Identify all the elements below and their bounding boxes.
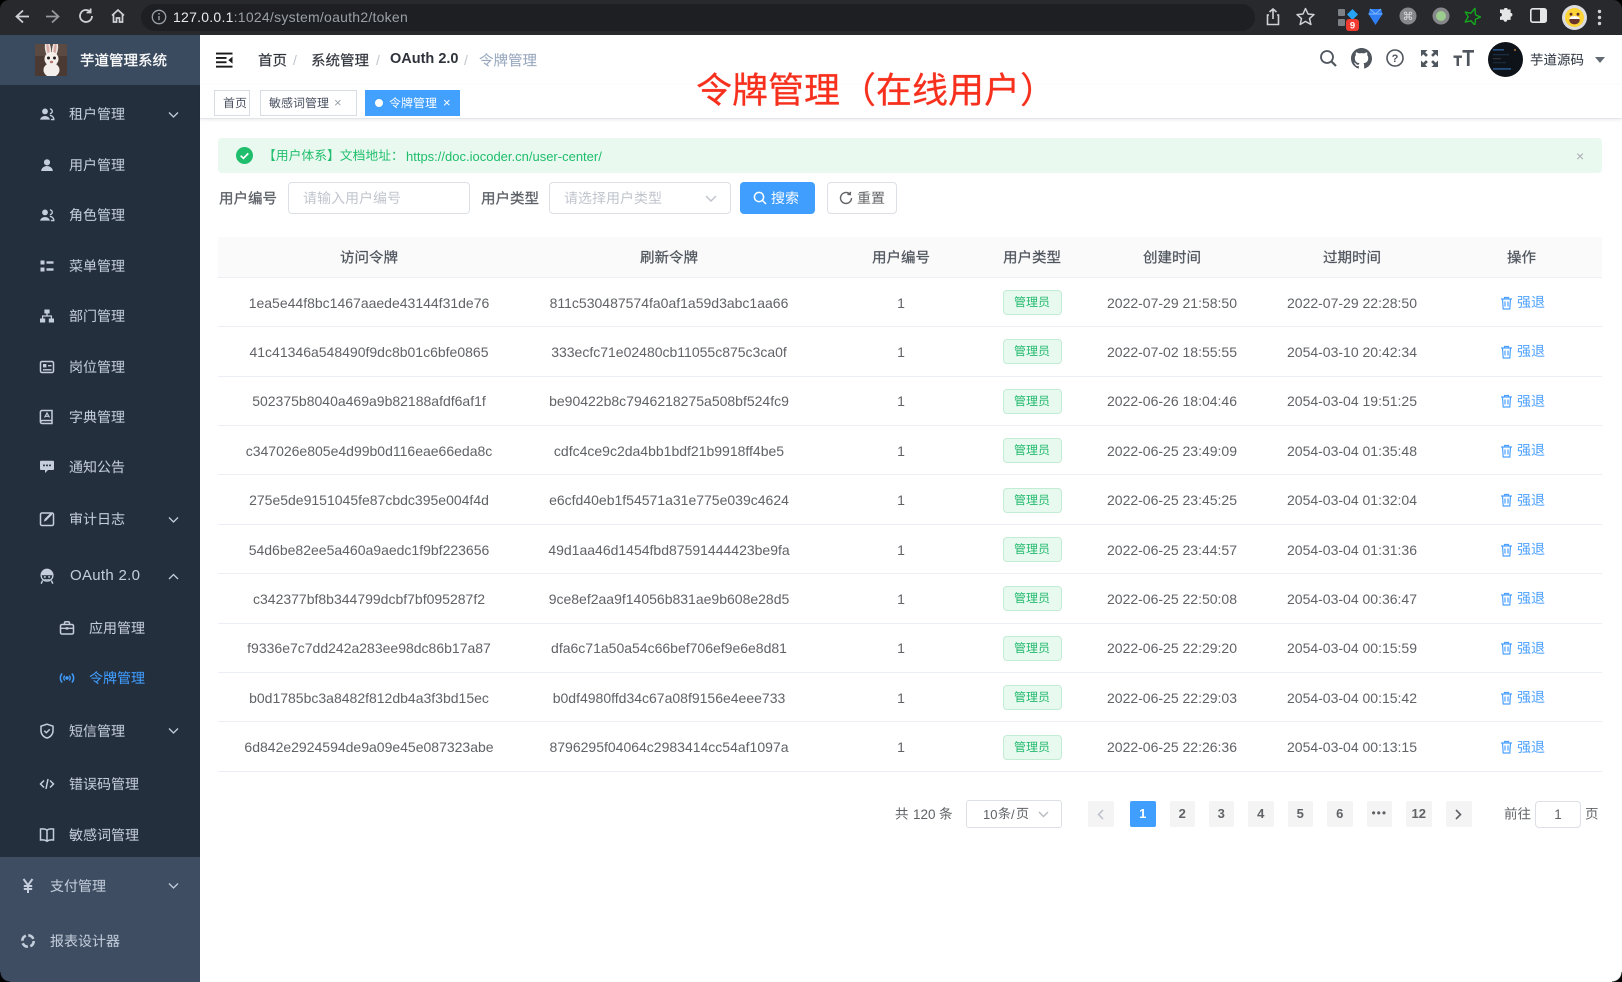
svg-text:?: ? xyxy=(1392,53,1399,65)
svg-text:9: 9 xyxy=(1350,21,1355,32)
svg-text:⌘: ⌘ xyxy=(1403,11,1414,23)
